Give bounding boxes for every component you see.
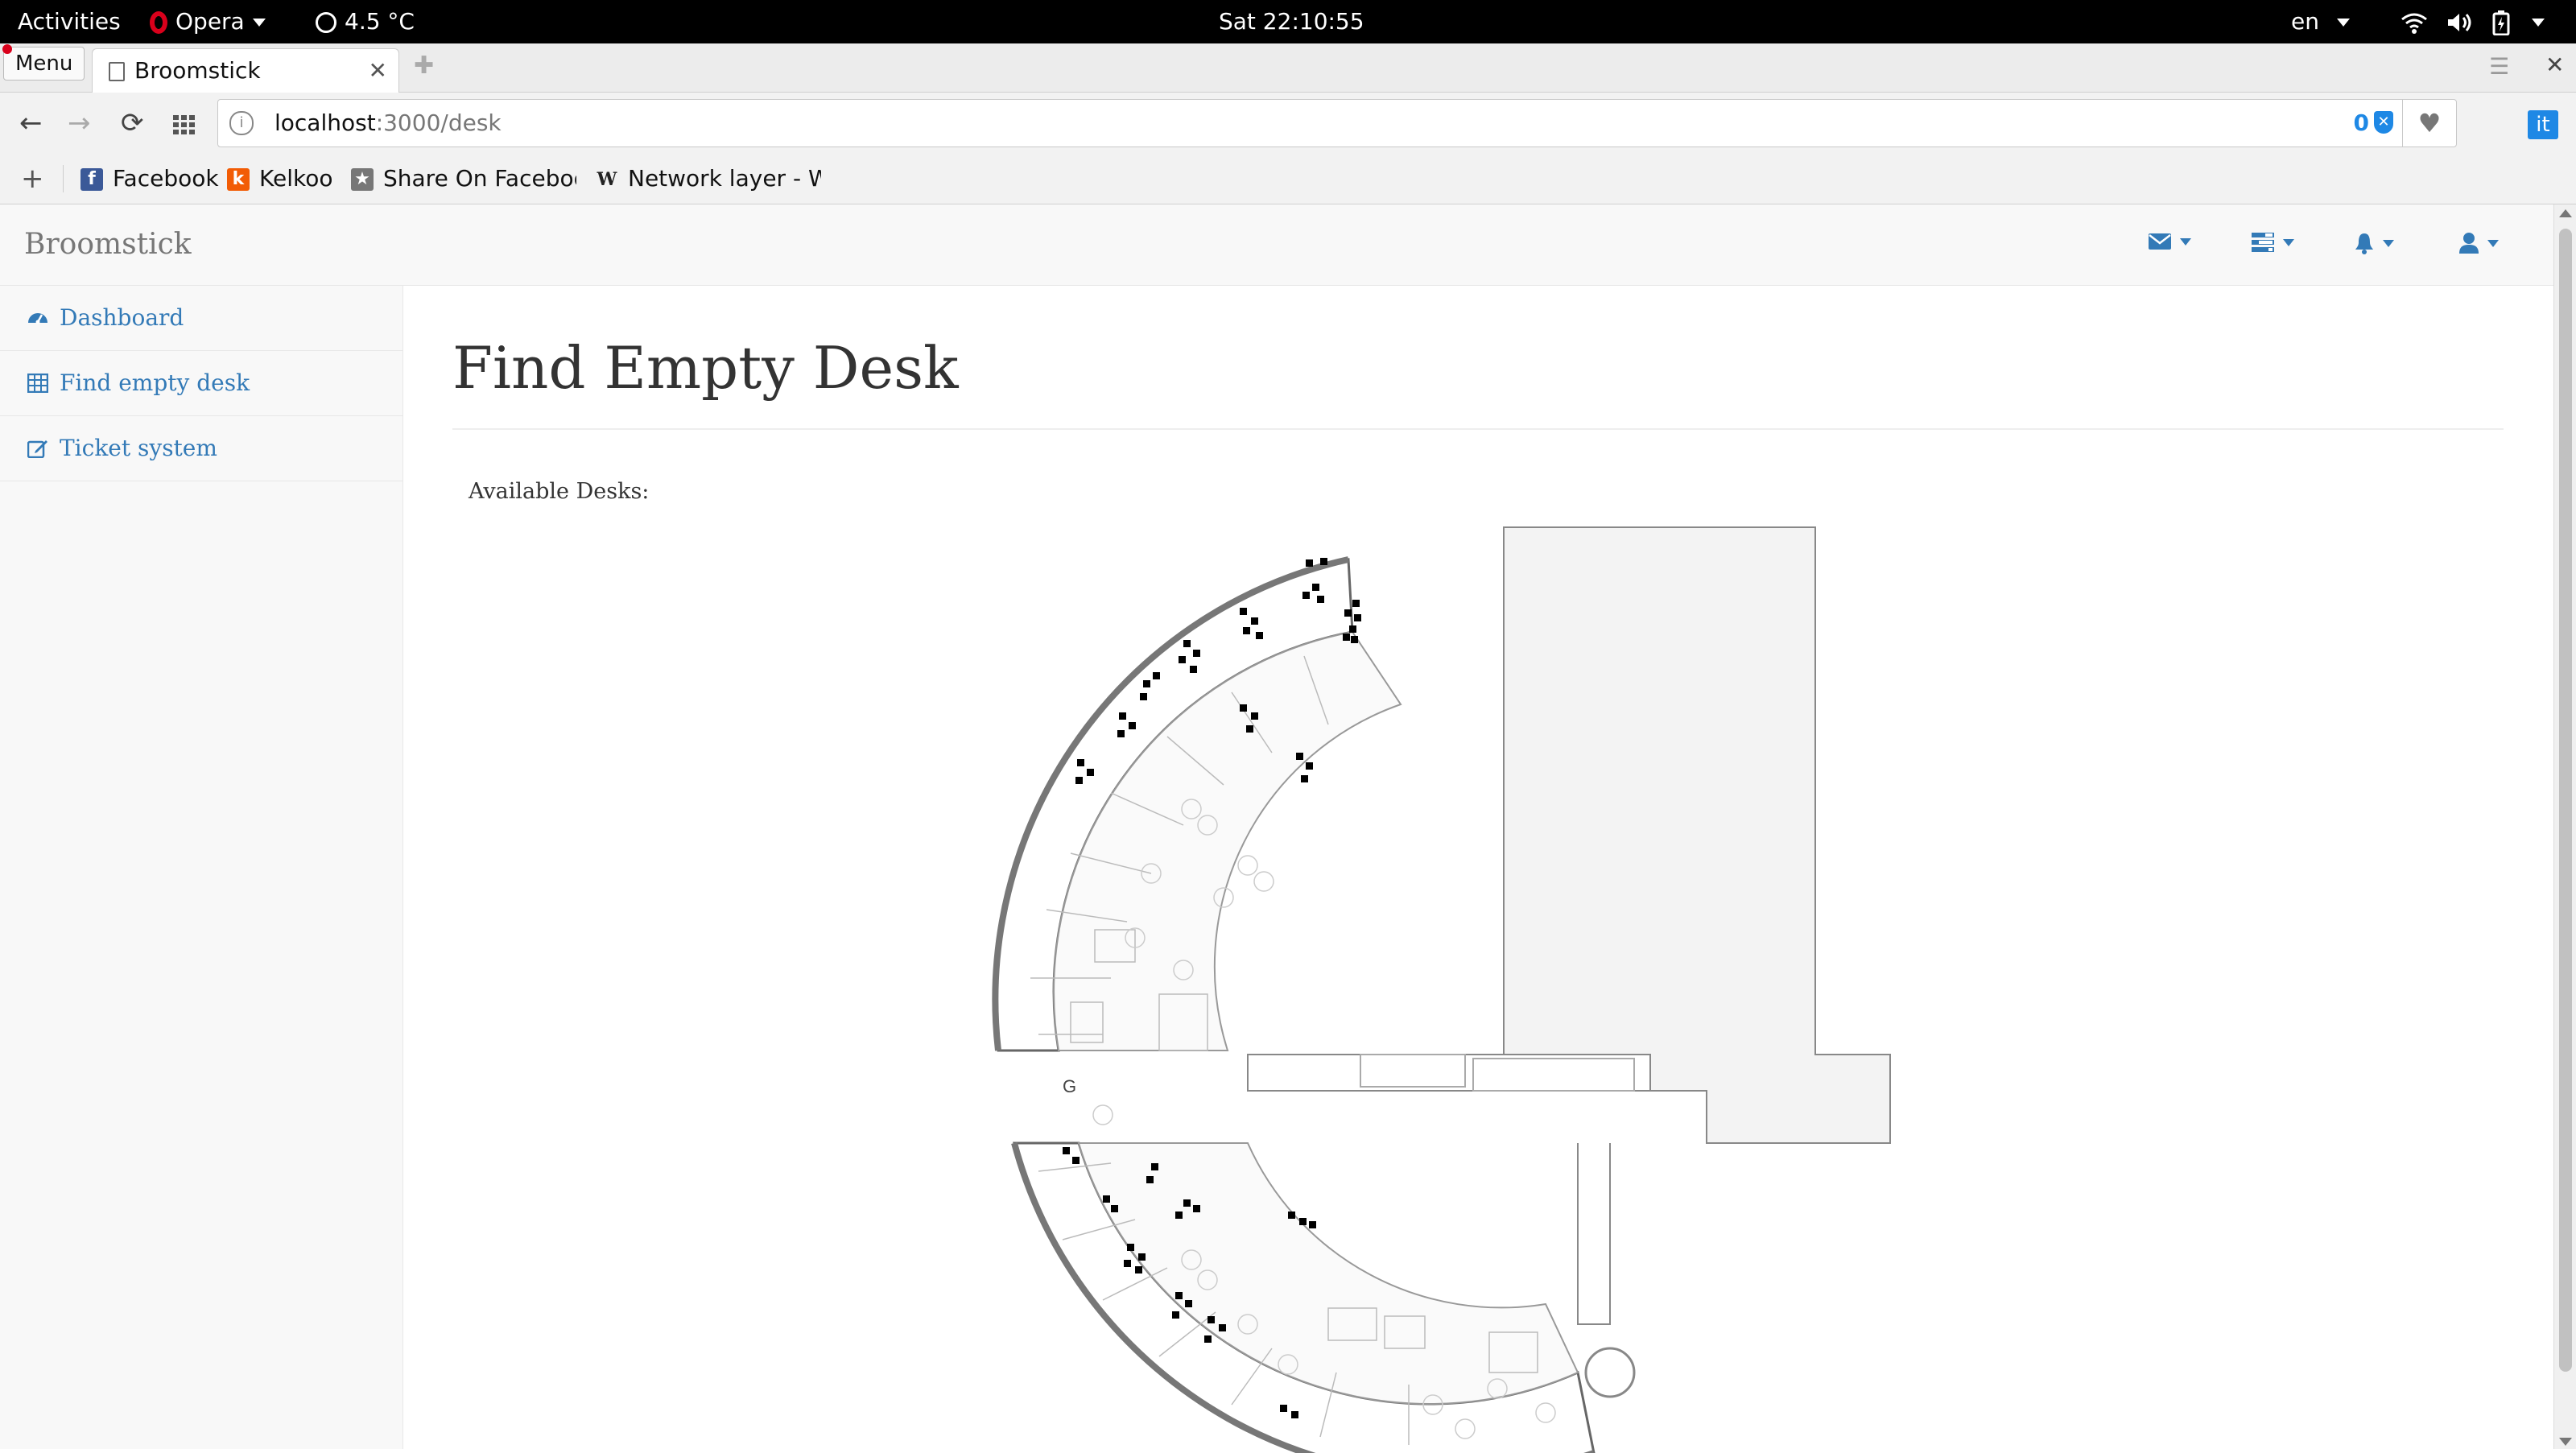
wifi-icon: [2401, 13, 2427, 34]
chevron-down-icon: [2383, 239, 2394, 247]
sidebar-item-find-empty-desk[interactable]: Find empty desk: [0, 351, 402, 416]
sidebar-item-label: Find empty desk: [60, 369, 250, 396]
bookmark-label: Network layer - W: [628, 165, 821, 192]
opera-icon: [150, 11, 167, 34]
weather-icon: [316, 12, 336, 33]
weather-indicator[interactable]: 4.5 °C: [316, 0, 415, 43]
address-toolbar: ← → ⟳ i localhost:3000/desk 0 ✕ ♥: [0, 93, 2576, 154]
app-menu-opera[interactable]: Opera: [150, 0, 266, 43]
divider: [63, 165, 64, 192]
kelkoo-icon: k: [227, 168, 250, 191]
system-status-area[interactable]: [2401, 0, 2545, 43]
volume-icon: [2447, 14, 2471, 31]
tab-title: Broomstick: [134, 57, 261, 84]
sidebar-item-dashboard[interactable]: Dashboard: [0, 286, 402, 351]
extension-button[interactable]: it: [2528, 110, 2558, 139]
chevron-down-icon: [2336, 19, 2350, 27]
sidebar: Dashboard Find empty desk Ticket system: [0, 286, 403, 1449]
tasks-dropdown[interactable]: [2251, 232, 2294, 258]
wikipedia-icon: W: [597, 169, 617, 190]
language-code: en: [2291, 8, 2319, 35]
close-icon[interactable]: ✕: [369, 49, 387, 93]
back-icon[interactable]: ←: [19, 93, 43, 154]
user-icon: [2459, 233, 2479, 254]
dashboard-icon: [28, 313, 47, 324]
app-name: Opera: [175, 8, 245, 35]
chevron-down-icon: [2531, 19, 2545, 27]
bookmarks-bar: + f Facebook k Kelkoo ★ Share On Faceboo WN…: [0, 154, 2576, 204]
divider: [452, 428, 2504, 430]
table-icon: [27, 374, 48, 393]
share-icon: ★: [351, 168, 374, 191]
url-text[interactable]: localhost:3000/desk: [275, 100, 502, 147]
opera-logo-icon: [2, 44, 12, 54]
add-bookmark-icon[interactable]: +: [21, 154, 44, 204]
tab-strip: Menu Broomstick ✕: [0, 43, 2576, 93]
sidebar-item-ticket-system[interactable]: Ticket system: [0, 416, 402, 481]
url-path: :3000/desk: [375, 109, 502, 136]
reload-icon[interactable]: ⟳: [121, 93, 144, 154]
chevron-down-icon: [2283, 238, 2294, 246]
chevron-down-icon: [252, 19, 266, 27]
chevron-down-icon: [2487, 239, 2499, 247]
new-tab-icon[interactable]: ✚: [414, 52, 434, 80]
site-info-icon[interactable]: i: [229, 111, 254, 135]
bookmark-kelkoo[interactable]: k Kelkoo: [227, 154, 332, 204]
page-title: Find Empty Desk: [452, 334, 959, 402]
window-close-icon[interactable]: ✕: [2545, 52, 2564, 78]
heart-icon[interactable]: ♥: [2402, 100, 2456, 147]
tab-broomstick[interactable]: Broomstick ✕: [92, 48, 399, 93]
available-desks-label: Available Desks:: [469, 479, 650, 504]
envelope-icon: [2149, 233, 2171, 250]
bookmark-network-layer[interactable]: W Network layer - W: [596, 154, 821, 204]
floor-plan-map[interactable]: G: [982, 519, 1892, 1453]
browser-menu-button[interactable]: Menu: [2, 44, 85, 80]
floor-letter-g: G: [1063, 1076, 1076, 1096]
page-scrollbar[interactable]: [2553, 204, 2576, 1449]
adblock-shield-icon[interactable]: ✕: [2374, 111, 2393, 134]
system-top-bar: Activities Opera 4.5 °C Sat 22:10:55 en: [0, 0, 2576, 43]
tasks-icon: [2252, 233, 2274, 252]
chevron-down-icon: [2180, 237, 2191, 246]
document-icon: [109, 62, 125, 81]
language-selector[interactable]: en: [2291, 0, 2350, 43]
battery-icon: [2492, 10, 2510, 36]
address-bar[interactable]: i localhost:3000/desk 0 ✕ ♥: [217, 99, 2457, 147]
scrollbar-thumb[interactable]: [2559, 229, 2572, 1372]
bookmark-label: Share On Faceboo: [383, 165, 576, 192]
clock[interactable]: Sat 22:10:55: [1219, 0, 1364, 43]
temperature: 4.5 °C: [345, 8, 415, 35]
speed-dial-icon[interactable]: [172, 93, 196, 154]
app-navbar: Broomstick: [0, 204, 2553, 286]
url-host: localhost: [275, 109, 376, 136]
bookmark-label: Kelkoo: [259, 165, 333, 192]
menu-label: Menu: [15, 52, 73, 76]
messages-dropdown[interactable]: [2148, 232, 2191, 258]
activities-button[interactable]: Activities: [18, 0, 121, 43]
scroll-up-icon[interactable]: [2559, 209, 2572, 217]
bookmark-share-on-facebook[interactable]: ★ Share On Faceboo: [351, 154, 576, 204]
sidebar-item-label: Dashboard: [60, 304, 184, 331]
brand-link[interactable]: Broomstick: [24, 204, 192, 285]
tab-menu-icon[interactable]: ☰: [2489, 53, 2509, 80]
sidebar-item-label: Ticket system: [60, 435, 217, 461]
edit-icon: [27, 440, 47, 458]
forward-icon[interactable]: →: [68, 93, 91, 154]
adblock-count: 0: [2353, 109, 2369, 136]
bookmark-facebook[interactable]: f Facebook: [80, 154, 219, 204]
bookmark-label: Facebook: [113, 165, 219, 192]
user-dropdown[interactable]: [2458, 232, 2499, 258]
alerts-dropdown[interactable]: [2354, 232, 2394, 258]
scroll-down-icon[interactable]: [2559, 1438, 2572, 1446]
facebook-icon: f: [80, 168, 103, 191]
bell-icon: [2355, 233, 2373, 254]
